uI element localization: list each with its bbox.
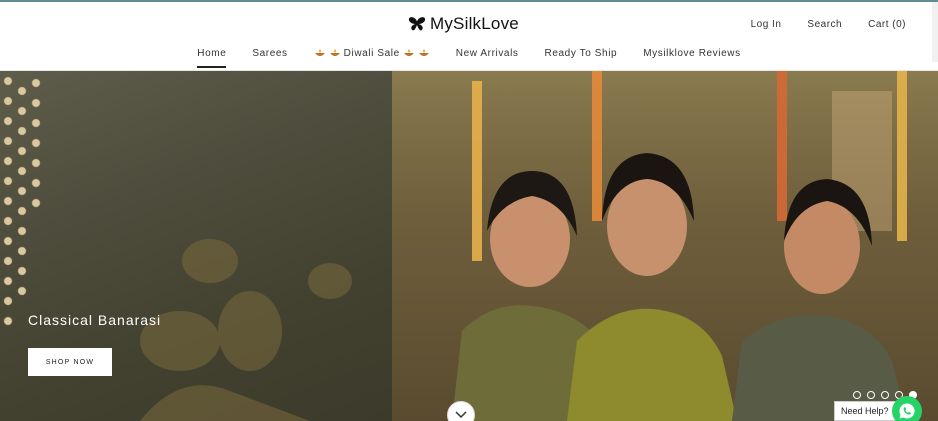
nav-item-label: Diwali Sale xyxy=(343,48,400,59)
slide-dot-1[interactable] xyxy=(853,391,861,399)
nav-item-sarees[interactable]: Sarees xyxy=(252,48,287,67)
nav-item-label: New Arrivals xyxy=(455,48,519,59)
nav-item-label: Mysilklove Reviews xyxy=(643,48,741,59)
login-link[interactable]: Log In xyxy=(751,19,782,30)
nav-item-reviews[interactable]: Mysilklove Reviews xyxy=(643,48,741,67)
nav-item-ready-to-ship[interactable]: Ready To Ship xyxy=(545,48,618,67)
diya-icon xyxy=(314,49,325,56)
whatsapp-button[interactable] xyxy=(892,396,922,421)
nav-item-home[interactable]: Home xyxy=(197,48,227,68)
nav-item-new-arrivals[interactable]: New Arrivals xyxy=(456,48,519,67)
logo-text: MySilkLove xyxy=(430,14,519,33)
diya-icon xyxy=(418,49,429,56)
diya-icon xyxy=(329,49,340,56)
whatsapp-icon xyxy=(899,403,915,419)
site-header: MySilkLove Log In Search Cart (0) Home S… xyxy=(0,2,938,71)
slide-dot-2[interactable] xyxy=(867,391,875,399)
need-help-label[interactable]: Need Help? xyxy=(834,401,896,421)
scroll-down-button[interactable] xyxy=(447,401,475,421)
shop-now-button[interactable]: SHOP NOW xyxy=(28,348,112,376)
slide-dot-3[interactable] xyxy=(881,391,889,399)
models-scene-image xyxy=(452,71,907,421)
chevron-down-icon xyxy=(455,411,467,419)
hero-title: Classical Banarasi xyxy=(28,312,162,328)
nav-item-diwali-sale[interactable]: Diwali Sale xyxy=(314,48,430,67)
diya-icon xyxy=(403,49,414,56)
hero-slideshow: Classical Banarasi SHOP NOW xyxy=(0,71,938,421)
nav-item-label: Home xyxy=(197,48,227,59)
cart-link[interactable]: Cart (0) xyxy=(868,19,906,30)
butterfly-icon xyxy=(408,17,426,31)
page-scrollbar[interactable] xyxy=(932,2,938,62)
nav-item-label: Ready To Ship xyxy=(544,48,618,59)
header-actions: Log In Search Cart (0) xyxy=(751,19,906,30)
main-nav: Home Sarees Diwali Sale New Arrivals Rea… xyxy=(0,48,938,68)
nav-item-label: Sarees xyxy=(252,48,288,59)
pearl-strands-image xyxy=(3,76,41,326)
site-logo[interactable]: MySilkLove xyxy=(408,14,519,34)
search-link[interactable]: Search xyxy=(807,19,842,30)
